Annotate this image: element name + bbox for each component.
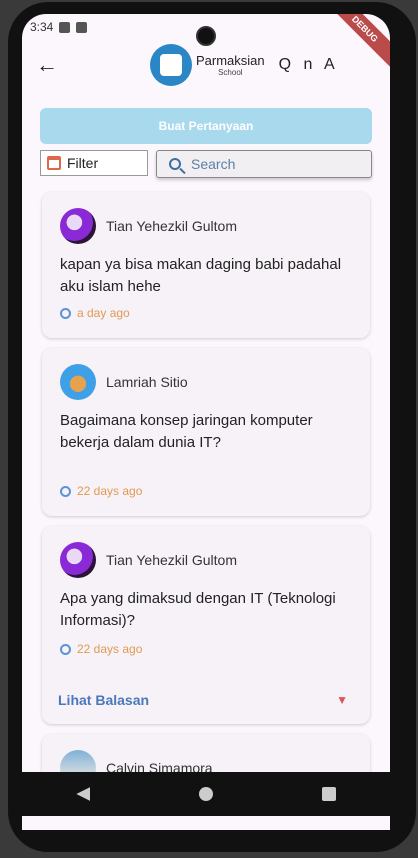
settings-icon [59, 21, 71, 33]
post-header: Tian Yehezkil Gultom [60, 542, 237, 578]
main-content: Buat Pertanyaan Filter Search Tian Yehez… [22, 96, 390, 804]
chevron-down-icon[interactable]: ▼ [336, 693, 348, 707]
view-replies-label: Lihat Balasan [58, 692, 150, 708]
post-card[interactable]: Lamriah Sitio Bagaimana konsep jaringan … [42, 348, 370, 516]
avatar [60, 208, 96, 244]
ask-question-button[interactable]: Buat Pertanyaan [40, 108, 372, 144]
filter-label: Filter [67, 155, 99, 171]
avatar [60, 542, 96, 578]
post-author: Lamriah Sitio [106, 374, 188, 390]
nav-recents-icon[interactable] [321, 787, 336, 801]
post-author: Tian Yehezkil Gultom [106, 552, 237, 568]
clock-icon [60, 307, 71, 319]
device: 3:34 DEBUG ← Parmaksian School Q n A Bua… [0, 0, 418, 858]
clock-icon [60, 485, 71, 497]
avatar [60, 364, 96, 400]
post-author: Tian Yehezkil Gultom [106, 218, 237, 234]
post-card[interactable]: Tian Yehezkil Gultom Apa yang dimaksud d… [42, 526, 370, 724]
system-nav-bar [22, 772, 390, 816]
screen: 3:34 DEBUG ← Parmaksian School Q n A Bua… [22, 14, 390, 830]
clock-icon [60, 643, 71, 655]
post-time: 22 days ago [60, 642, 142, 656]
page-title: Q n A [278, 56, 339, 73]
post-header: Tian Yehezkil Gultom [60, 208, 237, 244]
view-replies-button[interactable]: Lihat Balasan ▼ [58, 692, 348, 708]
calendar-icon [47, 156, 61, 170]
brand-text: Parmaksian School [196, 54, 265, 77]
post-question: kapan ya bisa makan daging babi padahal … [60, 256, 342, 295]
back-icon[interactable]: ← [36, 52, 58, 78]
post-card[interactable]: Tian Yehezkil Gultom kapan ya bisa makan… [42, 192, 370, 338]
search-icon [169, 158, 181, 170]
school-logo [150, 44, 192, 86]
brand-logo-group: Parmaksian School Q n A [150, 44, 339, 86]
status-time: 3:34 [30, 20, 54, 34]
search-placeholder: Search [191, 156, 236, 172]
nav-back-icon[interactable] [76, 787, 91, 801]
post-header: Lamriah Sitio [60, 364, 188, 400]
post-time-label: 22 days ago [77, 484, 143, 498]
filter-button[interactable]: Filter [40, 150, 148, 176]
sim-icon [76, 21, 88, 33]
post-time: a day ago [60, 306, 130, 320]
brand-subtitle: School [218, 67, 243, 77]
post-time-label: 22 days ago [77, 642, 143, 656]
post-question: Apa yang dimaksud dengan IT (Teknologi I… [60, 590, 336, 629]
post-question: Bagaimana konsep jaringan komputer beker… [60, 412, 313, 451]
post-time-label: a day ago [77, 306, 130, 320]
app-bar: ← Parmaksian School Q n A [22, 40, 390, 96]
nav-home-icon[interactable] [198, 787, 213, 801]
post-time: 22 days ago [60, 484, 142, 498]
brand-name: Parmaksian [196, 52, 265, 68]
search-input[interactable]: Search [156, 150, 372, 178]
